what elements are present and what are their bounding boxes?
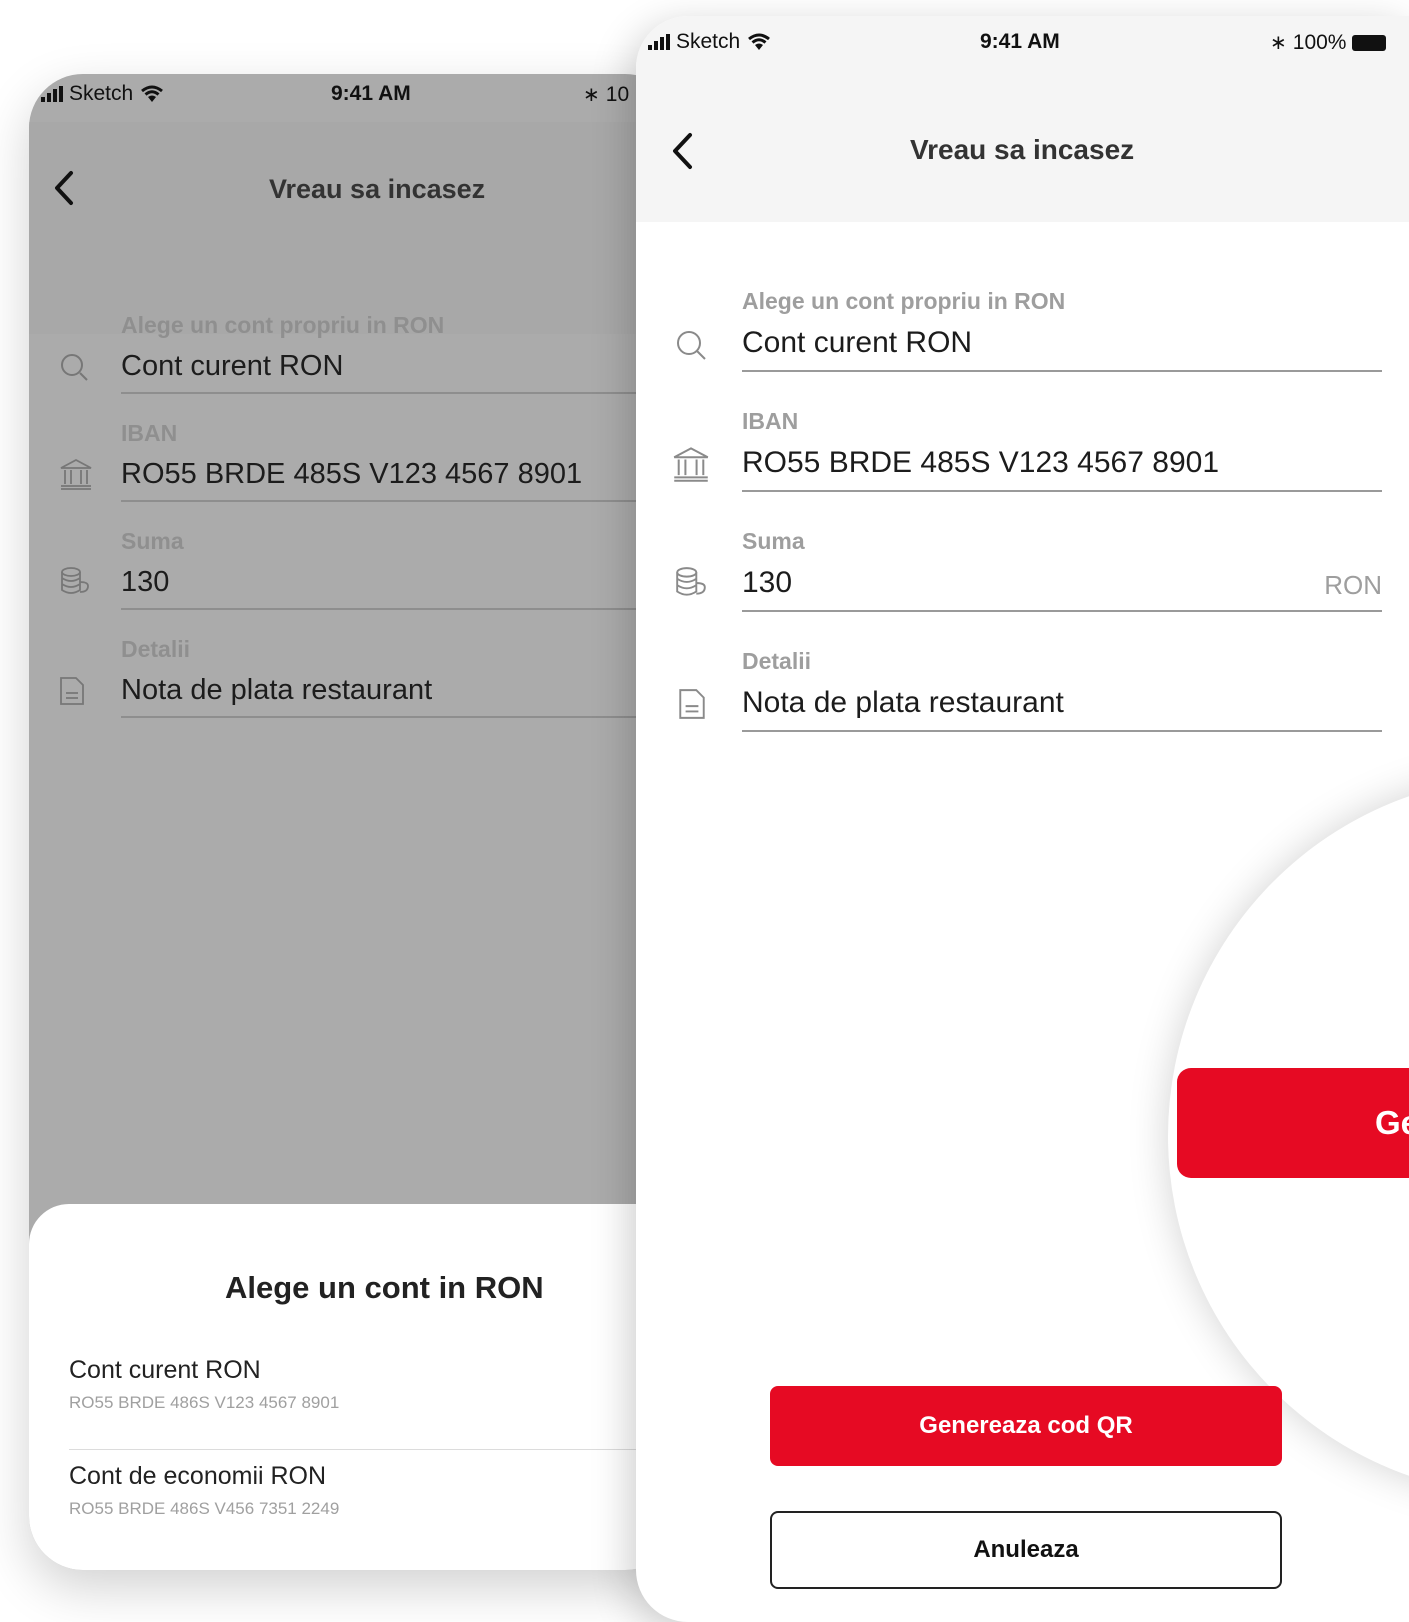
- field-label: Detalii: [121, 636, 191, 662]
- carrier: Sketch: [648, 30, 772, 54]
- field-value: 130: [742, 566, 793, 599]
- field-value: RO55 BRDE 485S V123 4567 8901: [742, 446, 1219, 479]
- account-option[interactable]: Cont de economii RON RO55 BRDE 486S V456…: [69, 1462, 679, 1519]
- signal-icon: [41, 86, 63, 102]
- account-iban: RO55 BRDE 486S V456 7351 2249: [69, 1499, 340, 1518]
- field-value: RO55 BRDE 485S V123 4567 8901: [121, 458, 583, 490]
- bank-icon: [60, 458, 92, 490]
- search-icon: [61, 354, 88, 381]
- details-field[interactable]: Detalii Nota de plata restaurant: [60, 636, 679, 718]
- account-name: Cont de economii RON: [69, 1462, 327, 1490]
- amount-field[interactable]: Suma 130 RON: [676, 528, 1382, 612]
- field-label: Suma: [742, 528, 805, 554]
- coins-icon: [61, 567, 89, 594]
- field-value: Nota de plata restaurant: [742, 686, 1064, 719]
- bank-icon: [673, 447, 709, 482]
- sheet-title: Alege un cont in RON: [225, 1270, 544, 1305]
- amount-field[interactable]: Suma 130: [61, 528, 679, 610]
- battery-label: 10: [605, 82, 630, 106]
- back-phone-screen: Sketch 9:41 AM ∗ 10 Vreau sa incasez Ale…: [29, 74, 679, 1570]
- field-underline: [742, 490, 1382, 492]
- account-select-field[interactable]: Alege un cont propriu in RON Cont curent…: [61, 312, 679, 394]
- document-icon: [679, 689, 705, 719]
- account-select-field[interactable]: Alege un cont propriu in RON Cont curent…: [677, 288, 1382, 372]
- bluetooth-icon: ∗: [583, 84, 600, 106]
- status-bar: Sketch 9:41 AM ∗ 10: [29, 74, 679, 122]
- account-name: Cont curent RON: [69, 1356, 261, 1384]
- field-value: Cont curent RON: [742, 326, 973, 359]
- carrier-label: Sketch: [676, 30, 741, 53]
- field-label: Alege un cont propriu in RON: [121, 312, 445, 338]
- field-underline: [121, 392, 679, 394]
- field-label: Suma: [121, 528, 184, 554]
- field-label: Detalii: [742, 648, 812, 674]
- field-underline: [742, 730, 1382, 732]
- status-time: 9:41 AM: [331, 82, 411, 105]
- cancel-button[interactable]: Anuleaza: [770, 1511, 1282, 1589]
- details-field[interactable]: Detalii Nota de plata restaurant: [679, 648, 1382, 732]
- field-underline: [742, 610, 1382, 612]
- carrier-label: Sketch: [69, 82, 134, 105]
- account-option[interactable]: Cont curent RON RO55 BRDE 486S V123 4567…: [69, 1356, 679, 1413]
- page-title: Vreau sa incasez: [910, 134, 1135, 165]
- field-underline: [121, 608, 679, 610]
- wifi-icon: [141, 85, 164, 102]
- signal-icon: [648, 34, 670, 50]
- field-underline: [121, 500, 679, 502]
- field-value: 130: [121, 566, 170, 598]
- front-phone-screen: Sketch 9:41 AM ∗ 100% Vreau sa incasez A…: [636, 16, 1409, 1622]
- status-right: ∗ 100%: [1270, 30, 1387, 55]
- search-icon: [677, 331, 706, 360]
- divider: [69, 1449, 679, 1450]
- coins-icon: [676, 567, 706, 596]
- iban-field[interactable]: IBAN RO55 BRDE 485S V123 4567 8901: [60, 420, 679, 502]
- carrier: Sketch: [41, 82, 165, 106]
- battery-icon: [1352, 34, 1387, 51]
- field-value: Cont curent RON: [121, 350, 344, 382]
- nav-bar: Vreau sa incasez: [29, 122, 679, 334]
- account-picker-sheet: Alege un cont in RON Cont curent RON RO5…: [29, 1204, 679, 1570]
- status-time: 9:41 AM: [980, 30, 1060, 53]
- document-icon: [60, 677, 84, 705]
- field-value: Nota de plata restaurant: [121, 674, 433, 706]
- iban-field[interactable]: IBAN RO55 BRDE 485S V123 4567 8901: [673, 408, 1382, 492]
- back-chevron-icon[interactable]: [53, 170, 75, 206]
- field-underline: [121, 716, 679, 718]
- page-title: Vreau sa incasez: [269, 174, 486, 204]
- magnified-generate-button: Ge: [1177, 1068, 1409, 1178]
- battery-label: 100%: [1292, 30, 1347, 54]
- status-right: ∗ 10: [583, 82, 629, 107]
- field-label: Alege un cont propriu in RON: [742, 288, 1066, 314]
- status-bar: Sketch 9:41 AM ∗ 100%: [636, 16, 1409, 68]
- wifi-icon: [748, 33, 771, 50]
- bluetooth-icon: ∗: [1270, 32, 1287, 54]
- back-chevron-icon[interactable]: [670, 132, 694, 170]
- generate-qr-button[interactable]: Genereaza cod QR: [770, 1386, 1282, 1466]
- field-label: IBAN: [121, 420, 178, 446]
- currency-unit: RON: [1324, 570, 1382, 600]
- field-label: IBAN: [742, 408, 799, 434]
- nav-bar: Sketch 9:41 AM ∗ 100% Vreau sa incasez: [636, 16, 1409, 222]
- account-iban: RO55 BRDE 486S V123 4567 8901: [69, 1393, 340, 1412]
- field-underline: [742, 370, 1382, 372]
